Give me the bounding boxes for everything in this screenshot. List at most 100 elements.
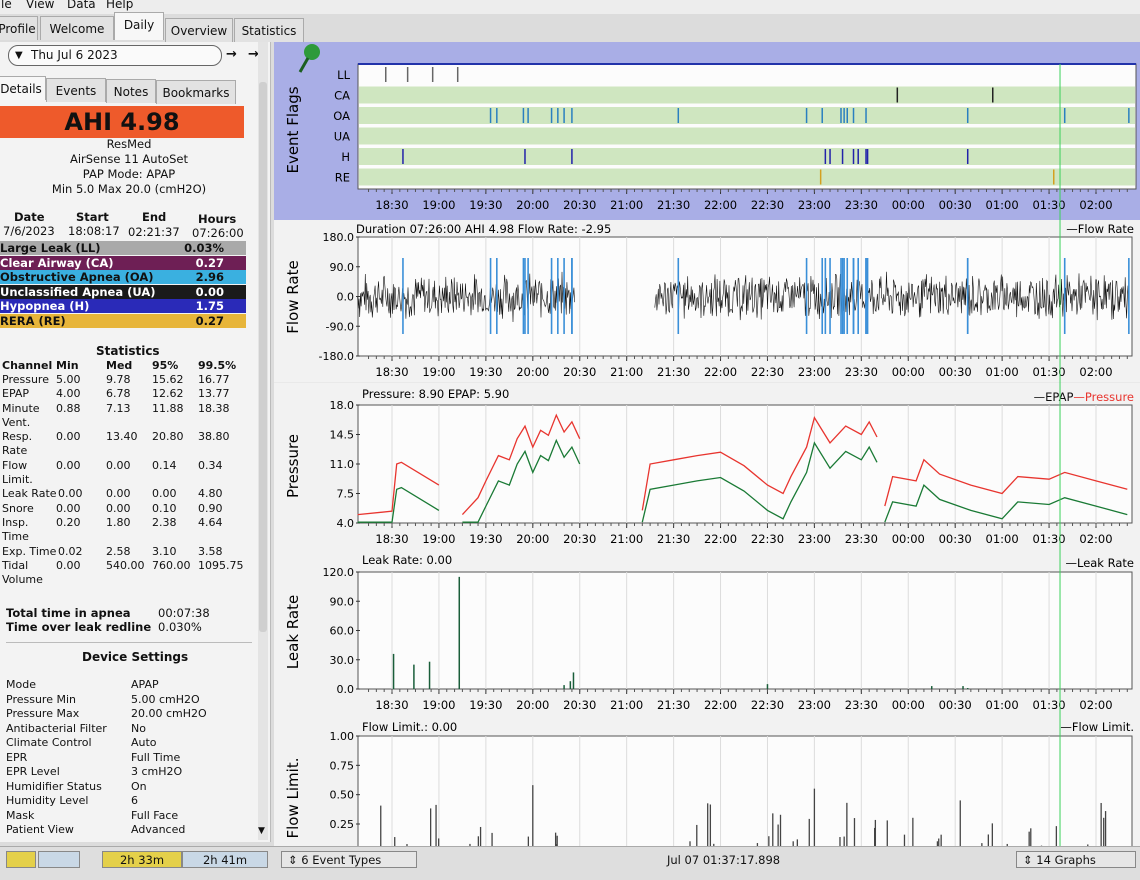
plot-area[interactable] <box>357 571 1133 690</box>
graphs-canvas[interactable]: Event Flags LL CA OA UA H RE 18:30 19:00 19:30 20:… <box>274 42 1140 848</box>
time-tick-label: 18:30 <box>375 198 408 212</box>
event-row[interactable]: Large Leak (LL) 0.03% <box>0 241 246 255</box>
event-row[interactable]: Unclassified Apnea (UA) 0.00 <box>0 284 246 299</box>
time-tick-label: 22:00 <box>704 698 737 712</box>
status-bar: 2h 33m 2h 41m ⇕ 6 Event Types Jul 07 01:… <box>0 846 1140 880</box>
flag-row-label: CA <box>334 89 350 103</box>
tab-events[interactable]: Events <box>46 78 106 102</box>
chevron-down-icon[interactable]: ▼ <box>258 826 265 836</box>
time-tick-label: 20:30 <box>563 365 596 379</box>
tab-statistics[interactable]: Statistics <box>234 18 304 42</box>
event-value: 2.96 <box>195 270 224 284</box>
menu-help[interactable]: Help <box>106 0 133 11</box>
setting-value: No <box>131 721 146 735</box>
duration-button-1[interactable]: 2h 33m <box>102 851 182 868</box>
menu-view[interactable]: View <box>26 0 54 11</box>
event-row[interactable]: Clear Airway (CA) 0.27 <box>0 255 246 270</box>
flag-band <box>359 107 1135 124</box>
stat-channel: Pressure <box>2 373 49 386</box>
stat-header: 95% <box>152 359 179 372</box>
stat-value: 4.64 <box>198 516 223 529</box>
tab-daily[interactable]: Daily <box>114 12 164 40</box>
tab-overview[interactable]: Overview <box>165 18 233 42</box>
tab-details[interactable]: Details <box>0 76 46 100</box>
y-axis-label: Flow Limit. <box>284 758 302 839</box>
legend-pressure: —Pressure <box>1073 390 1134 404</box>
plot-area[interactable] <box>357 735 1133 848</box>
time-tick-label: 23:30 <box>845 198 878 212</box>
setting-label: EPR <box>6 750 28 764</box>
time-tick-label: 22:00 <box>704 198 737 212</box>
stat-channel: Minute <box>2 401 40 415</box>
time-tick-label: 20:30 <box>563 198 596 212</box>
stat-channel: Leak Rate <box>2 487 57 501</box>
time-tick-label: 21:30 <box>657 532 690 546</box>
event-types-dropdown[interactable]: ⇕ 6 Event Types <box>281 851 417 868</box>
stat-channel: Flow <box>2 458 28 472</box>
event-row[interactable]: Hypopnea (H) 1.75 <box>0 299 246 313</box>
y-tick-label: 0.50 <box>330 789 355 802</box>
tab-welcome[interactable]: Welcome <box>40 16 114 40</box>
graphs-pane: Event Flags LL CA OA UA H RE 18:30 19:00 19:30 20:… <box>274 42 1140 848</box>
color-swatch-button-2[interactable] <box>38 851 80 868</box>
flow-header: Duration 07:26:00 AHI 4.98 Flow Rate: -2… <box>356 222 611 236</box>
date-selector[interactable]: ▼ Thu Jul 6 2023 <box>8 45 222 66</box>
session-header-end: End <box>142 210 167 224</box>
total-apnea-label: Total time in apnea <box>6 606 131 620</box>
time-tick-label: 01:00 <box>986 698 1019 712</box>
event-value: 0.27 <box>195 255 224 270</box>
event-label: RERA (RE) <box>0 313 66 328</box>
menu-file[interactable]: le <box>1 0 12 11</box>
time-tick-label: 00:00 <box>892 198 925 212</box>
spinner-icon: ⇕ <box>288 853 302 867</box>
duration-button-2[interactable]: 2h 41m <box>182 851 268 868</box>
flowlimit-header: Flow Limit.: 0.00 <box>362 720 457 734</box>
session-start: 18:08:17 <box>68 224 120 238</box>
setting-label: EPR Level <box>6 765 60 778</box>
session-header-hours: Hours <box>198 212 237 226</box>
stat-value: 0.00 <box>56 558 81 572</box>
color-swatch-button[interactable] <box>6 851 36 868</box>
menu-data[interactable]: Data <box>67 0 96 11</box>
leak-redline-label: Time over leak redline <box>6 620 152 634</box>
stat-value: 0.20 <box>56 516 81 529</box>
time-tick-label: 23:30 <box>845 532 878 546</box>
session-hours: 07:26:00 <box>192 226 244 240</box>
session-header-date: Date <box>14 210 45 224</box>
pushpin-icon[interactable] <box>304 44 320 60</box>
scrollbar[interactable]: ▼ <box>258 42 268 840</box>
legend-epap: —EPAP <box>1034 390 1074 404</box>
time-tick-label: 23:00 <box>798 698 831 712</box>
setting-value: 20.00 cmH2O <box>131 707 207 720</box>
time-tick-label: 19:00 <box>422 532 455 546</box>
event-row[interactable]: Obstructive Apnea (OA) 2.96 <box>0 270 246 284</box>
graphs-dropdown[interactable]: ⇕ 14 Graphs <box>1016 851 1136 868</box>
tab-profile[interactable]: Profile <box>0 16 38 40</box>
device-settings-table: Mode APAP Pressure Min 5.00 cmH2O Pressure M… <box>0 678 258 838</box>
scrollbar-thumb[interactable] <box>259 82 267 632</box>
tab-bookmarks[interactable]: Bookmarks <box>156 80 236 104</box>
y-tick-label: 0.0 <box>337 291 355 304</box>
y-axis-label: Event Flags <box>284 86 302 173</box>
tab-notes[interactable]: Notes <box>106 79 156 103</box>
stat-value: 20.80 <box>152 430 184 444</box>
event-types-label: 6 Event Types <box>301 853 382 867</box>
menu-bar: le View Data Help <box>0 0 1140 14</box>
time-tick-label: 21:00 <box>610 365 643 379</box>
stat-channel: EPAP <box>2 387 30 401</box>
time-tick-label: 21:00 <box>610 698 643 712</box>
y-tick-label: 7.5 <box>337 488 355 501</box>
pap-mode: PAP Mode: APAP <box>82 167 176 181</box>
setting-label: Pressure Min <box>6 692 76 706</box>
event-row[interactable]: RERA (RE) 0.27 <box>0 313 246 328</box>
time-tick-label: 21:30 <box>657 365 690 379</box>
plot-area[interactable] <box>357 404 1133 524</box>
y-tick-label: 18.0 <box>330 399 355 412</box>
time-tick-label: 02:00 <box>1079 198 1112 212</box>
event-summary: Large Leak (LL) 0.03% Clear Airway (CA) 0.2… <box>0 241 258 331</box>
event-label: Hypopnea (H) <box>0 299 90 313</box>
setting-label: Humidifier Status <box>6 779 102 793</box>
right-arrow-icon[interactable]: → <box>226 47 237 62</box>
stat-value: 0.14 <box>152 458 177 472</box>
setting-value: Full Face <box>131 808 179 822</box>
